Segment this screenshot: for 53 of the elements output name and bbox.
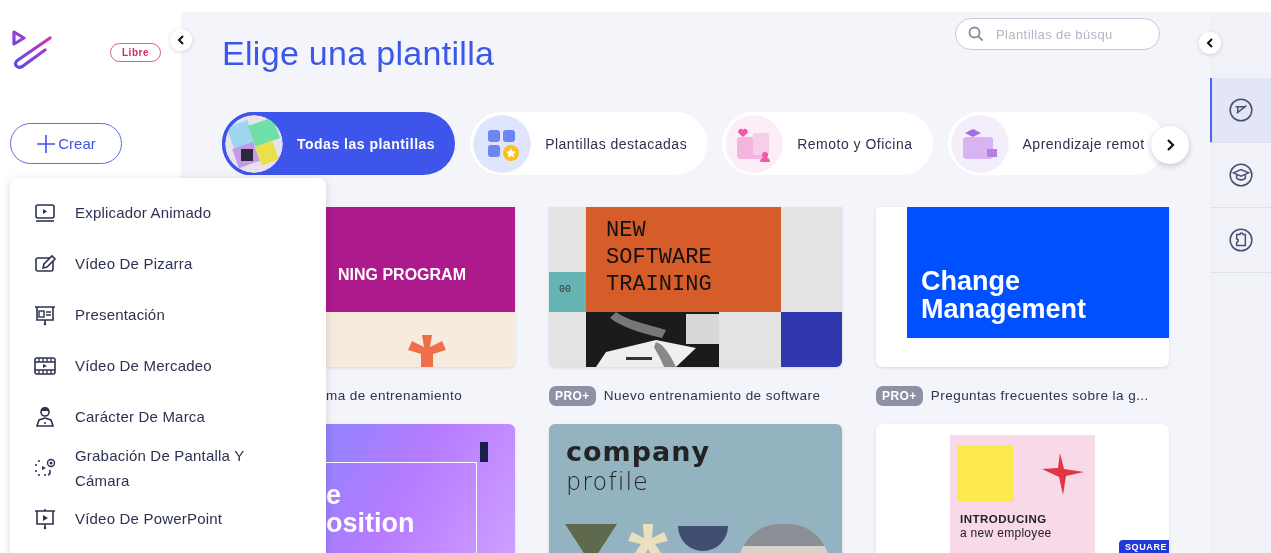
category-tab[interactable]: Remoto y Oficina xyxy=(722,112,933,175)
menu-item[interactable]: Grabación De Pantalla Y Cámara xyxy=(10,442,326,493)
template-thumbnail[interactable]: 00 NEW SOFTWARE TRAINING xyxy=(549,207,842,367)
thumbnail-title: Management xyxy=(921,295,1087,323)
star-shape xyxy=(1042,453,1084,495)
thumbnail-title: INTRODUCING xyxy=(960,513,1047,525)
search-icon xyxy=(968,26,984,42)
category-icon xyxy=(950,114,1009,173)
pro-badge: PRO+ xyxy=(876,385,923,406)
template-title: ma de entrenamiento xyxy=(326,388,463,403)
chevron-left-icon xyxy=(1206,38,1214,48)
collapse-button[interactable] xyxy=(170,29,192,51)
thumbnail-title: a new employee xyxy=(960,526,1052,540)
search-field[interactable]: Plantillas de búsqu xyxy=(955,18,1160,50)
presentation-play-icon xyxy=(33,506,57,531)
template-thumbnail[interactable]: INTRODUCING a new employee SQUARE xyxy=(876,424,1169,553)
category-tab[interactable]: Todas las plantillas xyxy=(222,112,456,175)
graduation-cap-icon xyxy=(1227,162,1254,188)
template-title: Preguntas frecuentes sobre la g... xyxy=(930,388,1149,403)
menu-item[interactable]: Carácter De Marca xyxy=(10,391,326,442)
thumbnail-title: SOFTWARE xyxy=(606,244,712,271)
category-icon xyxy=(473,114,532,173)
chevron-right-icon xyxy=(1165,139,1175,151)
person-icon xyxy=(33,404,57,429)
category-icon xyxy=(725,114,784,173)
plus-icon xyxy=(36,133,57,154)
square-shape xyxy=(781,312,842,367)
thumbnail-title: company xyxy=(566,436,711,467)
pro-badge: PRO+ xyxy=(549,385,596,406)
template-thumbnail[interactable]: company profile xyxy=(549,424,842,553)
puzzle-piece-icon xyxy=(1227,227,1254,253)
thumbnail-title: Change xyxy=(921,267,1020,295)
collapse-button[interactable] xyxy=(1199,32,1221,54)
chevron-left-icon xyxy=(177,35,185,45)
menu-item[interactable]: Vídeo De PowerPoint xyxy=(10,493,326,544)
thumbnail-title: profile xyxy=(566,468,649,496)
template-title: Nuevo entrenamiento de software xyxy=(603,388,821,403)
thumbnail-title: osition xyxy=(326,508,415,538)
category-tab[interactable]: Plantillas destacadas xyxy=(470,112,708,175)
thumbnail-code: 00 xyxy=(559,284,571,295)
template-thumbnail[interactable]: Change Management xyxy=(876,207,1169,367)
page-title: Elige una plantilla xyxy=(222,34,495,73)
thumbnail-title: e xyxy=(326,480,342,510)
format-tag: SQUARE xyxy=(1119,540,1169,553)
create-button[interactable]: Crear xyxy=(10,123,122,164)
square-shape xyxy=(957,445,1014,502)
thumbnail-title: NING PROGRAM xyxy=(338,266,466,284)
logo-icon[interactable] xyxy=(10,28,52,70)
thumbnail-title: NEW xyxy=(606,217,646,244)
next-button[interactable] xyxy=(1151,126,1189,164)
category-icon xyxy=(225,114,283,173)
thumbnail-title: TRAINING xyxy=(606,271,712,298)
square-shape xyxy=(480,442,488,462)
